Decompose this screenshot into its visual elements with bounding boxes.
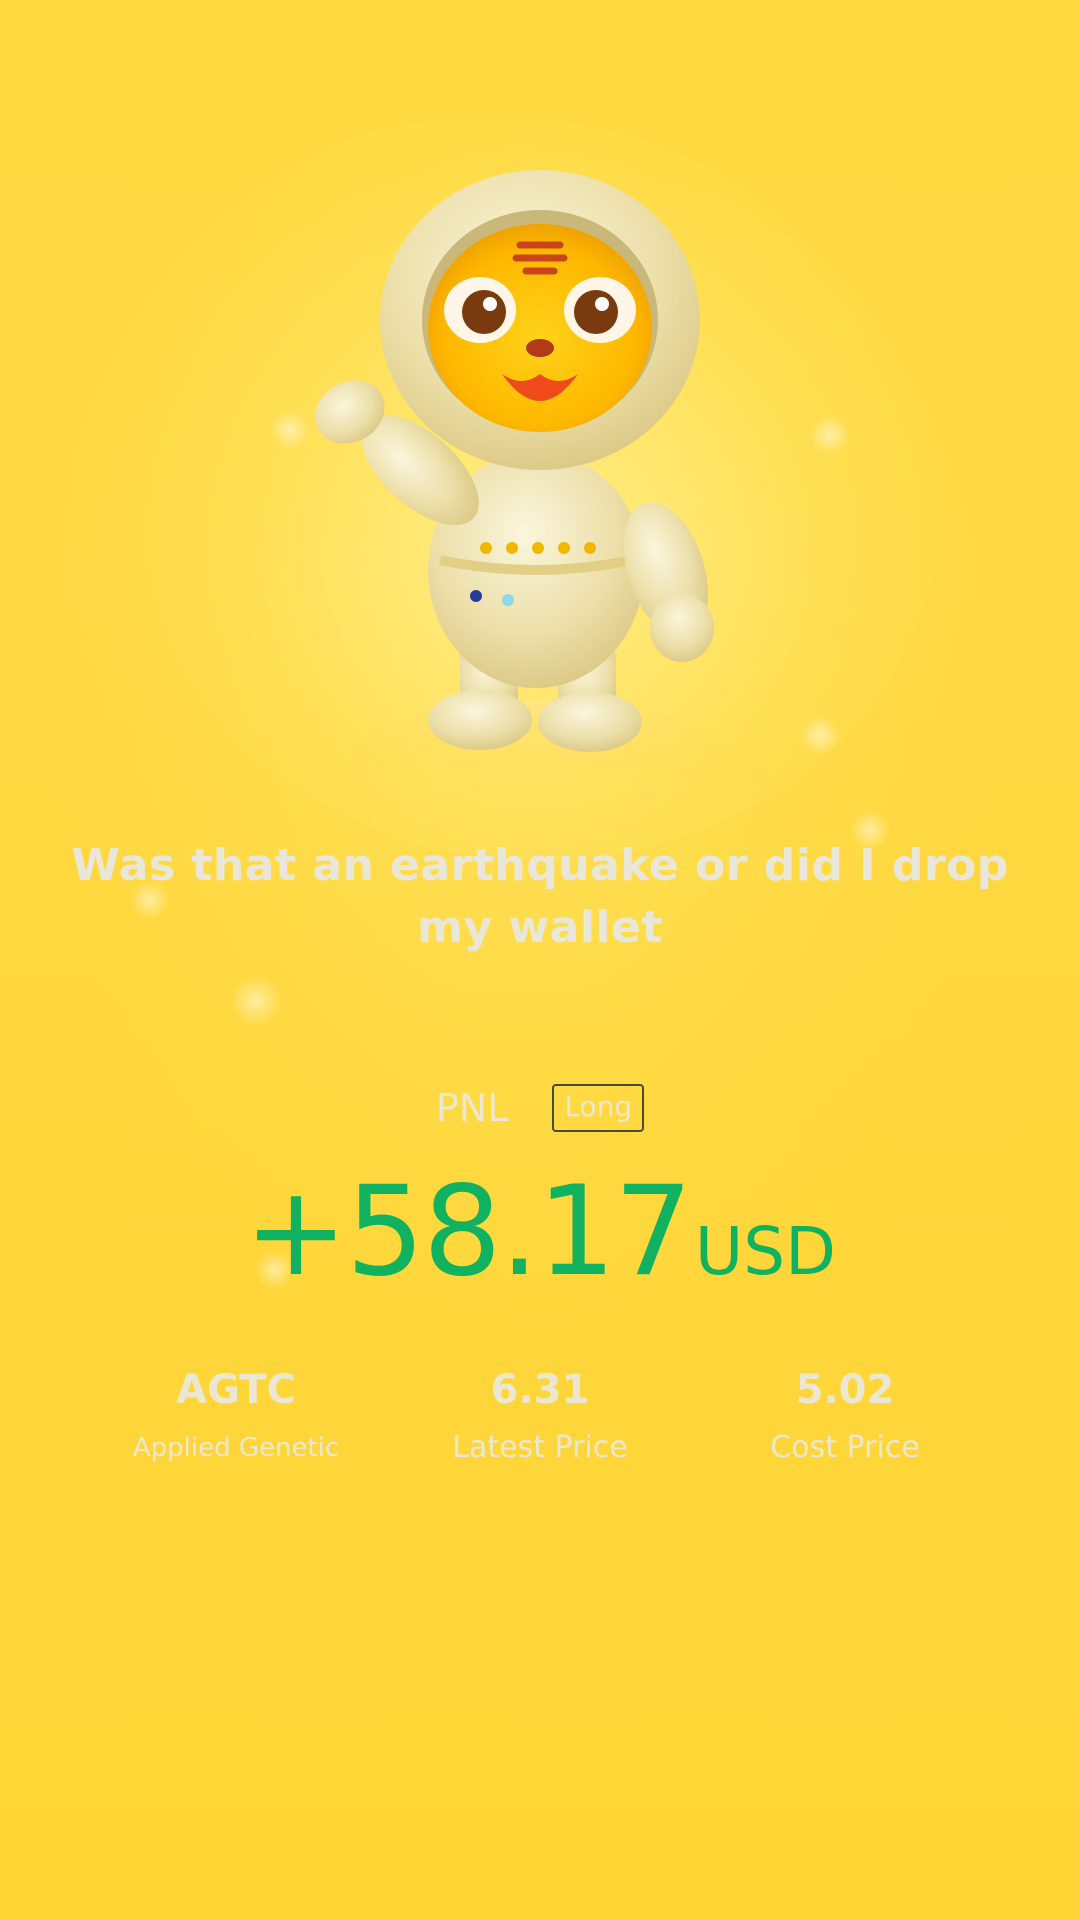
pnl-currency-unit: USD	[694, 1213, 836, 1290]
pnl-amount: +58.17	[244, 1160, 693, 1304]
cost-price-value: 5.02	[795, 1367, 895, 1413]
pnl-share-card: Was that an earthquake or did I drop my …	[0, 0, 1080, 1920]
sparkle-decoration	[800, 715, 840, 755]
pnl-label: PNL	[435, 1086, 509, 1130]
stat-symbol: AGTC Applied Genetic	[86, 1362, 386, 1468]
latest-price-value: 6.31	[490, 1367, 590, 1413]
pnl-header: PNL Long	[0, 1084, 1080, 1132]
stat-latest-price: 6.31 Latest Price	[390, 1362, 690, 1468]
stats-row: AGTC Applied Genetic 6.31 Latest Price 5…	[0, 1362, 1080, 1492]
symbol-name: Applied Genetic	[132, 1433, 340, 1463]
cost-price-label: Cost Price	[770, 1430, 920, 1465]
stat-cost-price: 5.02 Cost Price	[695, 1362, 995, 1468]
sparkle-decoration	[230, 975, 282, 1027]
pnl-value: +58.17USD	[0, 1160, 1080, 1304]
position-side-badge: Long	[552, 1084, 645, 1132]
latest-price-label: Latest Price	[452, 1430, 628, 1465]
sparkle-decoration	[810, 415, 850, 455]
tiger-astronaut-mascot	[290, 160, 790, 780]
symbol-value: AGTC	[176, 1367, 296, 1413]
headline-quote: Was that an earthquake or did I drop my …	[71, 840, 1009, 953]
